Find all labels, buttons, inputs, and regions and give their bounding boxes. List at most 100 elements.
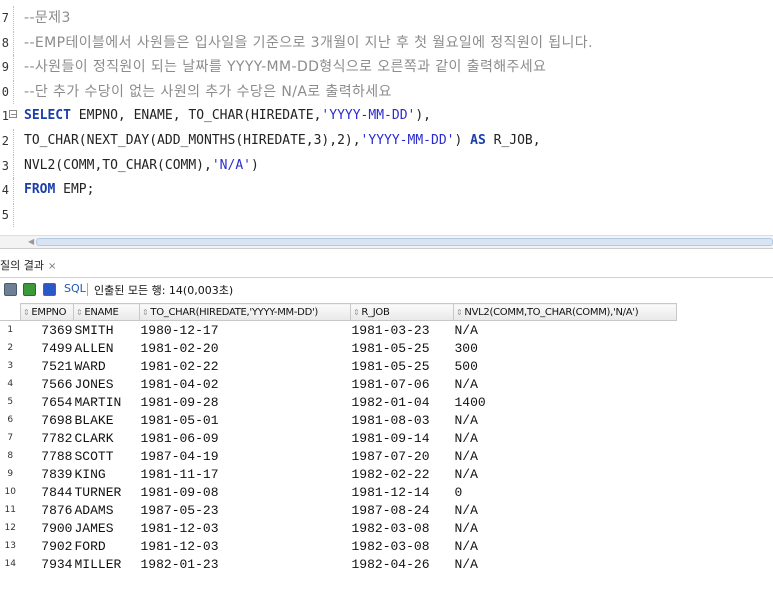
- table-cell[interactable]: 7900: [21, 519, 74, 537]
- table-cell[interactable]: N/A: [454, 465, 677, 483]
- sort-icon[interactable]: ⇕: [142, 308, 149, 317]
- table-row[interactable]: 8 7788 SCOTT 1987-04-19 1987-07-20 N/A: [0, 447, 677, 465]
- table-row[interactable]: 3 7521 WARD 1981-02-22 1981-05-25 500: [0, 357, 677, 375]
- table-cell[interactable]: SCOTT: [74, 447, 140, 465]
- table-cell[interactable]: JAMES: [74, 519, 140, 537]
- table-cell[interactable]: ADAMS: [74, 501, 140, 519]
- table-cell[interactable]: KING: [74, 465, 140, 483]
- table-cell[interactable]: 1981-11-17: [140, 465, 351, 483]
- table-cell[interactable]: ALLEN: [74, 339, 140, 357]
- table-cell[interactable]: 0: [454, 483, 677, 501]
- table-cell[interactable]: 7934: [21, 555, 74, 573]
- table-cell[interactable]: N/A: [454, 537, 677, 555]
- table-cell[interactable]: 7902: [21, 537, 74, 555]
- table-cell[interactable]: 1981-05-25: [351, 339, 454, 357]
- column-header-hiredate[interactable]: ⇕ TO_CHAR(HIREDATE,'YYYY-MM-DD'): [139, 303, 351, 321]
- table-cell[interactable]: 7521: [21, 357, 74, 375]
- table-cell[interactable]: 300: [454, 339, 677, 357]
- sort-icon[interactable]: ⇕: [456, 308, 463, 317]
- column-header-nvl2[interactable]: ⇕ NVL2(COMM,TO_CHAR(COMM),'N/A'): [453, 303, 677, 321]
- table-cell[interactable]: N/A: [454, 429, 677, 447]
- table-cell[interactable]: BLAKE: [74, 411, 140, 429]
- table-cell[interactable]: 1981-04-02: [140, 375, 351, 393]
- table-cell[interactable]: 7499: [21, 339, 74, 357]
- column-header-ename[interactable]: ⇕ ENAME: [73, 303, 140, 321]
- table-row[interactable]: 12 7900 JAMES 1981-12-03 1982-03-08 N/A: [0, 519, 677, 537]
- table-cell[interactable]: 1981-03-23: [351, 321, 454, 340]
- table-cell[interactable]: 1982-01-23: [140, 555, 351, 573]
- table-cell[interactable]: N/A: [454, 321, 677, 340]
- table-cell[interactable]: 1981-12-03: [140, 519, 351, 537]
- table-cell[interactable]: 7566: [21, 375, 74, 393]
- table-row[interactable]: 7 7782 CLARK 1981-06-09 1981-09-14 N/A: [0, 429, 677, 447]
- table-cell[interactable]: 1987-05-23: [140, 501, 351, 519]
- collapse-icon[interactable]: −: [9, 110, 17, 119]
- table-cell[interactable]: 7839: [21, 465, 74, 483]
- close-icon[interactable]: ×: [48, 261, 56, 272]
- table-cell[interactable]: 1981-06-09: [140, 429, 351, 447]
- table-cell[interactable]: 1981-12-03: [140, 537, 351, 555]
- table-row[interactable]: 9 7839 KING 1981-11-17 1982-02-22 N/A: [0, 465, 677, 483]
- table-cell[interactable]: 7788: [21, 447, 74, 465]
- editor-line[interactable]: 8 --EMP테이블에서 사원들은 입사일을 기준으로 3개월이 지난 후 첫 월…: [0, 30, 773, 55]
- table-cell[interactable]: MARTIN: [74, 393, 140, 411]
- table-cell[interactable]: 7876: [21, 501, 74, 519]
- sql-editor[interactable]: 7 --문제3 8 --EMP테이블에서 사원들은 입사일을 기준으로 3개월이 지난…: [0, 0, 773, 235]
- editor-line[interactable]: 5: [0, 202, 773, 227]
- editor-line[interactable]: 3 NVL2(COMM,TO_CHAR(COMM),'N/A'): [0, 153, 773, 178]
- table-cell[interactable]: 1981-02-22: [140, 357, 351, 375]
- table-cell[interactable]: 1981-09-08: [140, 483, 351, 501]
- editor-line[interactable]: 0 --단 추가 수당이 없는 사원의 추가 수당은 N/A로 출력하세요: [0, 79, 773, 104]
- table-cell[interactable]: CLARK: [74, 429, 140, 447]
- table-cell[interactable]: 1982-03-08: [351, 537, 454, 555]
- table-row[interactable]: 1 7369 SMITH 1980-12-17 1981-03-23 N/A: [0, 321, 677, 340]
- table-cell[interactable]: 1982-01-04: [351, 393, 454, 411]
- editor-horizontal-scrollbar[interactable]: ◀: [0, 235, 773, 249]
- table-cell[interactable]: 1981-02-20: [140, 339, 351, 357]
- table-cell[interactable]: 1981-07-06: [351, 375, 454, 393]
- pin-icon[interactable]: [4, 283, 17, 296]
- table-cell[interactable]: 500: [454, 357, 677, 375]
- table-row[interactable]: 10 7844 TURNER 1981-09-08 1981-12-14 0: [0, 483, 677, 501]
- refresh-icon[interactable]: [23, 283, 36, 296]
- table-cell[interactable]: 1987-07-20: [351, 447, 454, 465]
- table-row[interactable]: 4 7566 JONES 1981-04-02 1981-07-06 N/A: [0, 375, 677, 393]
- table-row[interactable]: 5 7654 MARTIN 1981-09-28 1982-01-04 1400: [0, 393, 677, 411]
- table-row[interactable]: 11 7876 ADAMS 1987-05-23 1987-08-24 N/A: [0, 501, 677, 519]
- table-cell[interactable]: 1981-09-14: [351, 429, 454, 447]
- table-cell[interactable]: JONES: [74, 375, 140, 393]
- table-cell[interactable]: N/A: [454, 519, 677, 537]
- table-cell[interactable]: 1982-03-08: [351, 519, 454, 537]
- table-row[interactable]: 6 7698 BLAKE 1981-05-01 1981-08-03 N/A: [0, 411, 677, 429]
- table-cell[interactable]: 1987-04-19: [140, 447, 351, 465]
- table-cell[interactable]: N/A: [454, 411, 677, 429]
- results-grid[interactable]: ⇕ EMPNO ⇕ ENAME ⇕ TO_CHAR(HIREDATE,'YYYY-MM…: [0, 303, 677, 573]
- table-cell[interactable]: 7698: [21, 411, 74, 429]
- sort-icon[interactable]: ⇕: [353, 308, 360, 317]
- scrollbar-thumb[interactable]: [36, 238, 773, 246]
- sort-icon[interactable]: ⇕: [76, 308, 83, 317]
- table-cell[interactable]: N/A: [454, 501, 677, 519]
- tab-query-result[interactable]: 질의 결과 ×: [0, 256, 60, 276]
- table-cell[interactable]: WARD: [74, 357, 140, 375]
- editor-line[interactable]: 7 --문제3: [0, 6, 773, 30]
- editor-line[interactable]: 2 TO_CHAR(NEXT_DAY(ADD_MONTHS(HIREDATE,3)…: [0, 129, 773, 153]
- table-cell[interactable]: N/A: [454, 375, 677, 393]
- column-header-r-job[interactable]: ⇕ R_JOB: [350, 303, 454, 321]
- table-cell[interactable]: MILLER: [74, 555, 140, 573]
- table-cell[interactable]: 1981-09-28: [140, 393, 351, 411]
- table-cell[interactable]: 1982-02-22: [351, 465, 454, 483]
- table-cell[interactable]: 1987-08-24: [351, 501, 454, 519]
- table-row[interactable]: 2 7499 ALLEN 1981-02-20 1981-05-25 300: [0, 339, 677, 357]
- table-cell[interactable]: TURNER: [74, 483, 140, 501]
- table-cell[interactable]: N/A: [454, 555, 677, 573]
- table-cell[interactable]: 7844: [21, 483, 74, 501]
- cancel-query-icon[interactable]: [43, 283, 56, 296]
- table-cell[interactable]: 1981-05-01: [140, 411, 351, 429]
- table-cell[interactable]: 1982-04-26: [351, 555, 454, 573]
- table-cell[interactable]: 1980-12-17: [140, 321, 351, 340]
- editor-line[interactable]: 9 --사원들이 정직원이 되는 날짜를 YYYY-MM-DD형식으로 오른쪽과 …: [0, 55, 773, 80]
- table-cell[interactable]: FORD: [74, 537, 140, 555]
- sort-icon[interactable]: ⇕: [23, 308, 30, 317]
- table-cell[interactable]: N/A: [454, 447, 677, 465]
